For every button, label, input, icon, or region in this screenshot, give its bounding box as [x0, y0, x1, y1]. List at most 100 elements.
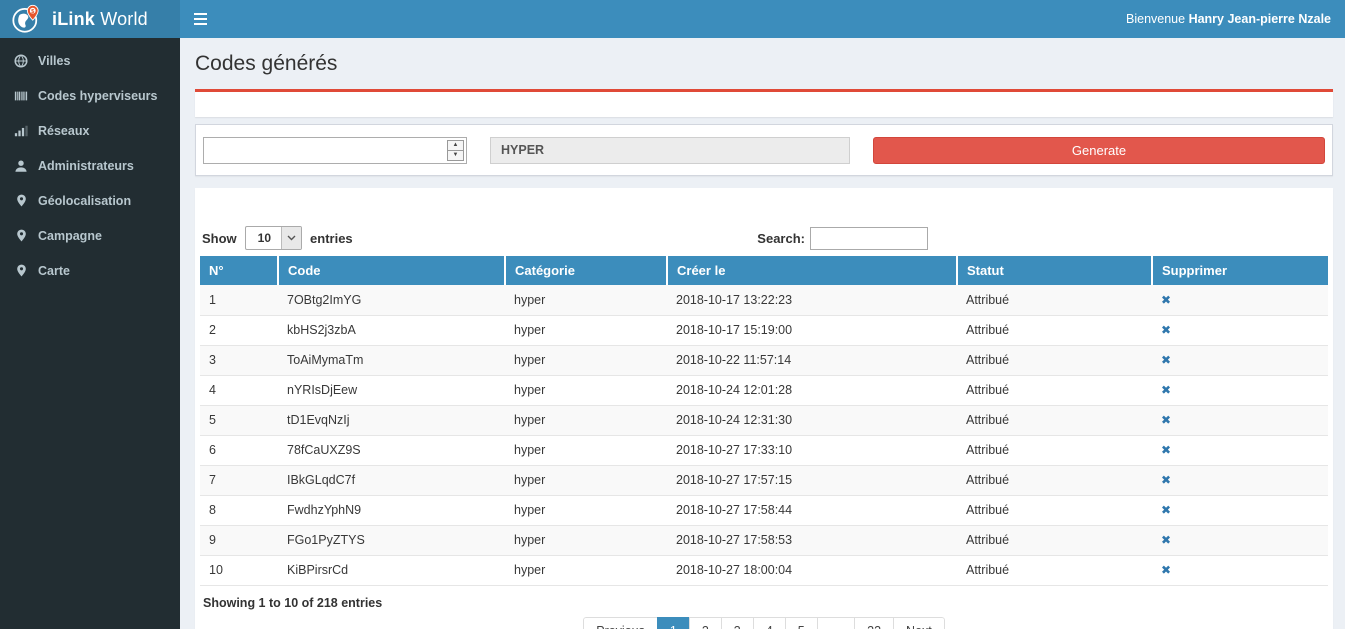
generate-button[interactable]: Generate [873, 137, 1325, 164]
sidebar-item-label: Campagne [38, 229, 102, 243]
codes-table-panel: Show 10 entries Search: N°CodeCatégorieC… [195, 188, 1333, 629]
sidebar-item-campagne[interactable]: Campagne [0, 218, 180, 253]
top-bar: $ iLink World Bienvenue Hanry Jean-pierr… [0, 0, 1345, 38]
pagination-page-3[interactable]: 3 [721, 617, 754, 629]
sidebar-item-villes[interactable]: Villes [0, 43, 180, 78]
page-length-value: 10 [246, 231, 281, 245]
quantity-input[interactable] [204, 138, 447, 163]
created-at-value: 2018-10-24 12:31:30 [667, 405, 957, 435]
column-header-cat-gorie[interactable]: Catégorie [505, 256, 667, 285]
user-name: Hanry Jean-pierre Nzale [1189, 12, 1331, 26]
pagination-ellipsis: … [817, 617, 856, 629]
navbar: Bienvenue Hanry Jean-pierre Nzale [180, 0, 1345, 38]
sidebar-item-r-seaux[interactable]: Réseaux [0, 113, 180, 148]
sidebar-item-g-olocalisation[interactable]: Géolocalisation [0, 183, 180, 218]
column-header-n-[interactable]: N° [200, 256, 278, 285]
app-logo[interactable]: $ iLink World [0, 0, 180, 38]
delete-icon[interactable]: ✖ [1152, 465, 1328, 495]
sidebar-nav: Villes Codes hyperviseurs Réseaux Administr… [0, 38, 180, 629]
sidebar-item-label: Carte [38, 264, 70, 278]
pagination-page-1[interactable]: 1 [657, 617, 690, 629]
created-at-value: 2018-10-17 15:19:00 [667, 315, 957, 345]
status-value: Attribué [957, 285, 1152, 315]
created-at-value: 2018-10-27 17:58:53 [667, 525, 957, 555]
sidebar-item-label: Codes hyperviseurs [38, 89, 158, 103]
spinner-down-icon[interactable]: ▼ [448, 151, 463, 160]
status-value: Attribué [957, 375, 1152, 405]
table-row: 8FwdhzYphN9hyper2018-10-27 17:58:44Attri… [200, 495, 1328, 525]
pagination-page-22[interactable]: 22 [854, 617, 894, 629]
table-row: 17OBtg2ImYGhyper2018-10-17 13:22:23Attri… [200, 285, 1328, 315]
category-value: hyper [505, 285, 667, 315]
pagination-previous-button[interactable]: Previous [583, 617, 658, 629]
quantity-stepper[interactable]: ▲ ▼ [203, 137, 467, 164]
sidebar-item-administrateurs[interactable]: Administrateurs [0, 148, 180, 183]
sidebar-item-carte[interactable]: Carte [0, 253, 180, 288]
pagination-page-2[interactable]: 2 [689, 617, 722, 629]
main-content: Codes générés ▲ ▼ Generate Show 10 entri… [180, 38, 1345, 629]
category-value: hyper [505, 375, 667, 405]
sidebar-item-label: Villes [38, 54, 70, 68]
code-value: kbHS2j3zbA [278, 315, 505, 345]
number-spinner[interactable]: ▲ ▼ [447, 140, 464, 161]
created-at-value: 2018-10-22 11:57:14 [667, 345, 957, 375]
table-body: 17OBtg2ImYGhyper2018-10-17 13:22:23Attri… [200, 285, 1328, 585]
status-value: Attribué [957, 315, 1152, 345]
page-length-select[interactable]: 10 [245, 226, 302, 250]
category-value: hyper [505, 435, 667, 465]
brand-regular: World [100, 9, 148, 29]
codes-table: N°CodeCatégorieCréer leStatutSupprimer 1… [200, 256, 1328, 586]
table-row: 3ToAiMymaTmhyper2018-10-22 11:57:14Attri… [200, 345, 1328, 375]
sidebar-item-codes-hyperviseurs[interactable]: Codes hyperviseurs [0, 78, 180, 113]
table-header-row: N°CodeCatégorieCréer leStatutSupprimer [200, 256, 1328, 285]
category-value: hyper [505, 465, 667, 495]
spinner-up-icon[interactable]: ▲ [448, 141, 463, 151]
delete-icon[interactable]: ✖ [1152, 495, 1328, 525]
category-value: hyper [505, 405, 667, 435]
code-value: FGo1PyZTYS [278, 525, 505, 555]
pagination-page-5[interactable]: 5 [785, 617, 818, 629]
map-pin-icon [13, 229, 29, 242]
column-header-cr-er-le[interactable]: Créer le [667, 256, 957, 285]
pagination-page-4[interactable]: 4 [753, 617, 786, 629]
created-at-value: 2018-10-27 17:33:10 [667, 435, 957, 465]
signal-bars-icon [13, 124, 29, 138]
delete-icon[interactable]: ✖ [1152, 435, 1328, 465]
status-value: Attribué [957, 405, 1152, 435]
column-header-statut[interactable]: Statut [957, 256, 1152, 285]
created-at-value: 2018-10-27 18:00:04 [667, 555, 957, 585]
column-header-code[interactable]: Code [278, 256, 505, 285]
sidebar-item-label: Administrateurs [38, 159, 134, 173]
category-value: hyper [505, 555, 667, 585]
delete-icon[interactable]: ✖ [1152, 345, 1328, 375]
delete-icon[interactable]: ✖ [1152, 555, 1328, 585]
status-value: Attribué [957, 345, 1152, 375]
created-at-value: 2018-10-24 12:01:28 [667, 375, 957, 405]
row-number: 4 [200, 375, 278, 405]
row-number: 5 [200, 405, 278, 435]
sidebar-menu: Villes Codes hyperviseurs Réseaux Administr… [0, 43, 180, 288]
show-label: Show [202, 231, 237, 246]
search-label: Search: [757, 231, 805, 246]
delete-icon[interactable]: ✖ [1152, 315, 1328, 345]
row-number: 3 [200, 345, 278, 375]
created-at-value: 2018-10-17 13:22:23 [667, 285, 957, 315]
pagination-next-button[interactable]: Next [893, 617, 945, 629]
delete-icon[interactable]: ✖ [1152, 405, 1328, 435]
brand-bold: iLink [52, 9, 95, 29]
category-value: hyper [505, 345, 667, 375]
search-input[interactable] [810, 227, 928, 250]
status-value: Attribué [957, 495, 1152, 525]
code-value: IBkGLqdC7f [278, 465, 505, 495]
code-value: nYRIsDjEew [278, 375, 505, 405]
category-value: hyper [505, 525, 667, 555]
table-row: 4nYRIsDjEewhyper2018-10-24 12:01:28Attri… [200, 375, 1328, 405]
sidebar-toggle-hamburger-icon[interactable] [180, 0, 220, 38]
delete-icon[interactable]: ✖ [1152, 375, 1328, 405]
delete-icon[interactable]: ✖ [1152, 525, 1328, 555]
globe-icon [13, 54, 29, 68]
column-header-supprimer[interactable]: Supprimer [1152, 256, 1328, 285]
code-value: KiBPirsrCd [278, 555, 505, 585]
pagination-row: Previous12345…22Next [200, 617, 1328, 629]
delete-icon[interactable]: ✖ [1152, 285, 1328, 315]
